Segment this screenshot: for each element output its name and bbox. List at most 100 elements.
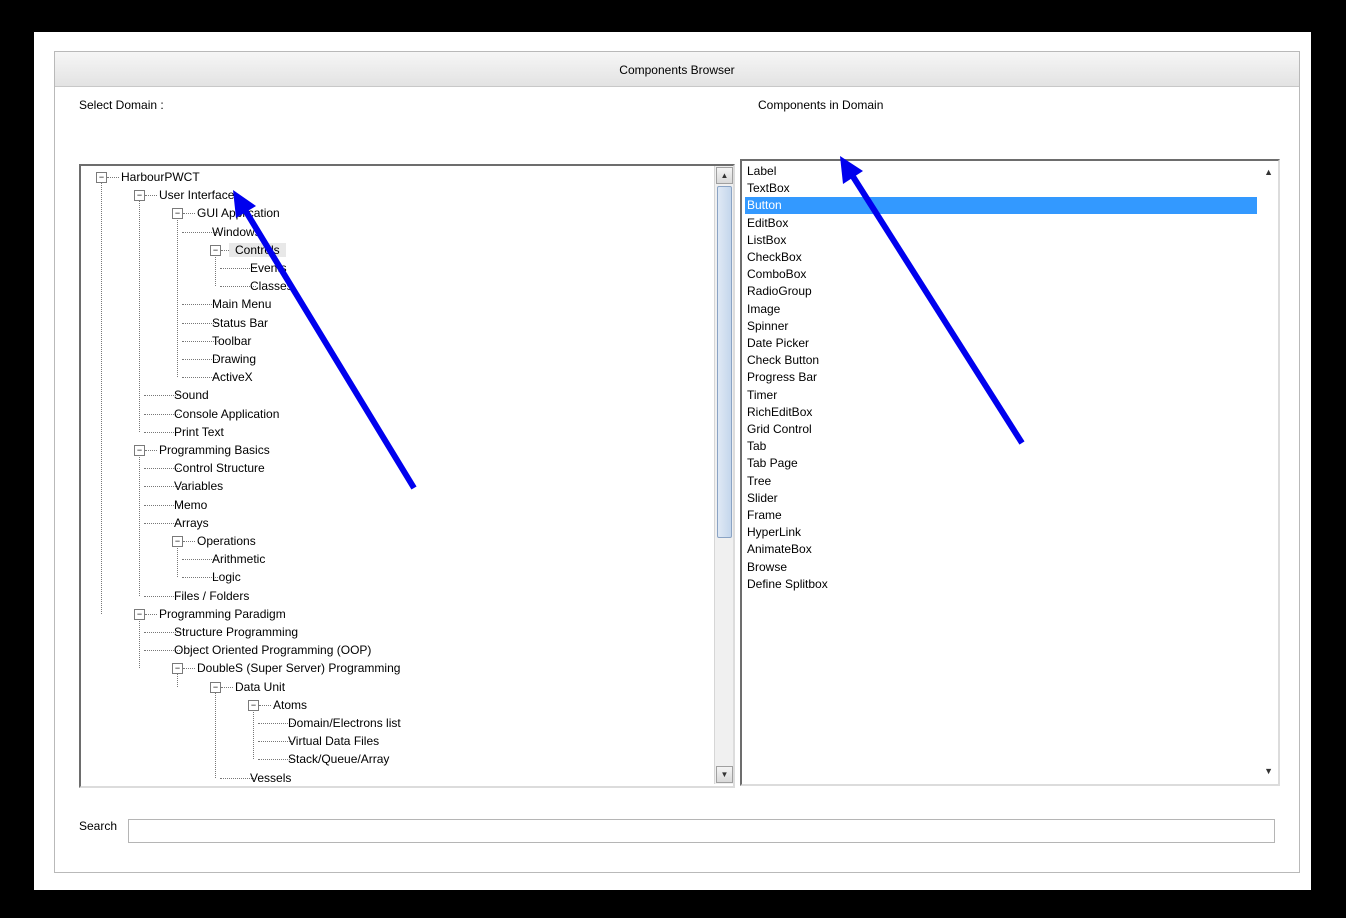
component-list-item[interactable]: Image xyxy=(745,301,1257,318)
tree-line xyxy=(177,546,178,578)
tree-item[interactable]: GUI Application xyxy=(197,206,280,220)
component-list-item[interactable]: ListBox xyxy=(745,232,1257,249)
tree-line xyxy=(177,218,178,378)
tree-expand-icon[interactable]: − xyxy=(172,208,183,220)
component-list-item[interactable]: Button xyxy=(745,197,1257,215)
window-title: Components Browser xyxy=(55,52,1299,87)
tree-item[interactable]: DoubleS (Super Server) Programming xyxy=(197,661,400,675)
component-list-item[interactable]: Progress Bar xyxy=(745,369,1257,386)
tree-line xyxy=(177,673,178,687)
scroll-down-arrow-icon[interactable]: ▼ xyxy=(716,766,733,783)
tree-item[interactable]: Events xyxy=(250,261,287,275)
tree-item[interactable]: Control Structure xyxy=(174,461,265,475)
tree-item[interactable]: Console Application xyxy=(174,407,279,421)
component-list-item[interactable]: ComboBox xyxy=(745,266,1257,283)
tree-expand-icon[interactable]: − xyxy=(172,536,183,547)
tree-item[interactable]: Controls xyxy=(229,242,286,257)
tree-item[interactable]: Domain/Electrons list xyxy=(288,716,401,730)
tree-item[interactable]: Main Menu xyxy=(212,297,271,311)
select-domain-label: Select Domain : xyxy=(79,98,164,112)
tree-item[interactable]: Object Oriented Programming (OOP) xyxy=(174,643,371,657)
tree-item[interactable]: ActiveX xyxy=(212,370,253,384)
component-list-item[interactable]: Date Picker xyxy=(745,335,1257,352)
domain-tree[interactable]: − HarbourPWCT − User Interface − GUI Applicat… xyxy=(79,164,735,788)
tree-line xyxy=(183,541,195,542)
components-in-domain-label: Components in Domain xyxy=(758,98,884,112)
tree-item[interactable]: Classes xyxy=(250,279,293,293)
component-list-item[interactable]: Define Splitbox xyxy=(745,576,1257,593)
tree-scrollbar[interactable]: ▲ ▼ xyxy=(714,166,733,784)
tree-item[interactable]: Virtual Data Files xyxy=(288,734,379,748)
tree-line xyxy=(139,200,140,432)
tree-line xyxy=(259,704,271,706)
scroll-down-arrow-icon[interactable]: ▼ xyxy=(1264,766,1273,776)
tree-expand-icon[interactable]: − xyxy=(172,663,183,675)
component-list-item[interactable]: RadioGroup xyxy=(745,283,1257,300)
tree-expand-icon[interactable]: − xyxy=(96,172,107,183)
components-list[interactable]: Label TextBox Button EditBox ListBox CheckBox… xyxy=(740,159,1280,786)
components-scrollbar[interactable]: ▲ ▼ xyxy=(1260,161,1278,782)
component-list-item[interactable]: Tab Page xyxy=(745,455,1257,472)
component-list-item[interactable]: RichEditBox xyxy=(745,404,1257,421)
tree-item[interactable]: Stack/Queue/Array xyxy=(288,752,389,766)
component-list-item[interactable]: HyperLink xyxy=(745,524,1257,541)
tree-item[interactable]: Programming Basics xyxy=(159,443,270,457)
components-browser-dialog: Components Browser Select Domain : Compo… xyxy=(54,51,1300,873)
tree-expand-icon[interactable]: − xyxy=(134,608,145,620)
scroll-up-arrow-icon[interactable]: ▲ xyxy=(716,167,733,184)
component-list-item[interactable]: Tree xyxy=(745,473,1257,490)
tree-item[interactable]: Status Bar xyxy=(212,316,268,330)
tree-content: − HarbourPWCT − User Interface − GUI Applicat… xyxy=(81,166,709,786)
tree-item[interactable]: Vessels xyxy=(250,771,291,785)
search-label: Search xyxy=(79,819,118,833)
tree-item[interactable]: Windows xyxy=(212,225,261,239)
component-list-item[interactable]: Browse xyxy=(745,559,1257,576)
tree-line xyxy=(145,195,157,197)
tree-line xyxy=(221,686,233,688)
tree-item[interactable]: Drawing xyxy=(212,352,256,366)
tree-expand-icon[interactable]: − xyxy=(210,681,221,693)
tree-line xyxy=(215,691,216,778)
scrollbar-thumb[interactable] xyxy=(717,186,732,538)
tree-line xyxy=(107,177,119,178)
tree-line xyxy=(183,668,195,670)
component-list-item[interactable]: Grid Control xyxy=(745,421,1257,438)
tree-line xyxy=(253,709,254,760)
component-list-item[interactable]: Check Button xyxy=(745,352,1257,369)
tree-item[interactable]: Structure Programming xyxy=(174,625,298,639)
component-list-item[interactable]: Timer xyxy=(745,387,1257,404)
tree-line xyxy=(215,254,216,287)
tree-item[interactable]: Sound xyxy=(174,388,209,402)
tree-item[interactable]: Data Unit xyxy=(235,680,285,694)
tree-item[interactable]: Memo xyxy=(174,498,207,512)
tree-item[interactable]: Files / Folders xyxy=(174,589,249,603)
tree-item[interactable]: Logic xyxy=(212,570,241,584)
search-input[interactable] xyxy=(128,819,1275,843)
component-list-item[interactable]: Frame xyxy=(745,507,1257,524)
component-list-item[interactable]: Slider xyxy=(745,490,1257,507)
tree-item[interactable]: Programming Paradigm xyxy=(159,607,286,621)
tree-expand-icon[interactable]: − xyxy=(210,244,221,256)
tree-line xyxy=(101,182,102,614)
tree-item[interactable]: Atoms xyxy=(273,698,307,712)
tree-item[interactable]: Toolbar xyxy=(212,334,251,348)
tree-item[interactable]: Print Text xyxy=(174,425,224,439)
scroll-up-arrow-icon[interactable]: ▲ xyxy=(1264,167,1273,177)
component-list-item[interactable]: Spinner xyxy=(745,318,1257,335)
tree-line xyxy=(139,618,140,669)
tree-item[interactable]: HarbourPWCT xyxy=(121,170,200,184)
component-list-item[interactable]: AnimateBox xyxy=(745,541,1257,558)
component-list-item[interactable]: Label xyxy=(745,163,1257,180)
component-list-item[interactable]: EditBox xyxy=(745,215,1257,232)
component-list-item[interactable]: Tab xyxy=(745,438,1257,455)
tree-item[interactable]: Variables xyxy=(174,479,223,493)
tree-expand-icon[interactable]: − xyxy=(134,445,145,456)
tree-item[interactable]: Operations xyxy=(197,534,256,548)
tree-item[interactable]: Arithmetic xyxy=(212,552,265,566)
tree-item[interactable]: User Interface xyxy=(159,188,234,202)
tree-expand-icon[interactable]: − xyxy=(134,190,145,202)
tree-item[interactable]: Arrays xyxy=(174,516,209,530)
component-list-item[interactable]: TextBox xyxy=(745,180,1257,197)
tree-expand-icon[interactable]: − xyxy=(248,699,259,711)
component-list-item[interactable]: CheckBox xyxy=(745,249,1257,266)
